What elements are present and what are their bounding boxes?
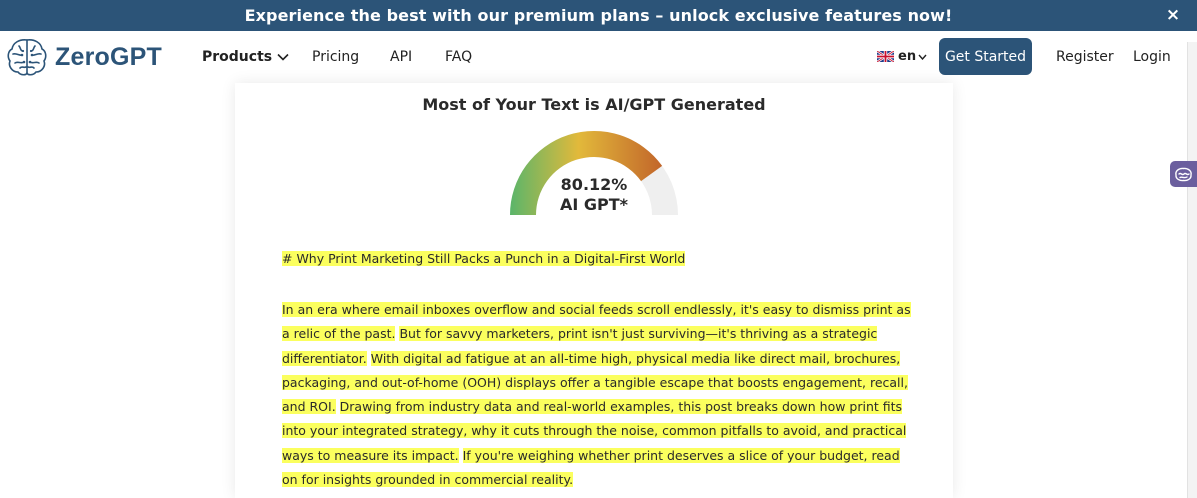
ai-gpt-label: AI GPT* <box>559 195 629 214</box>
chevron-down-icon <box>918 54 927 60</box>
side-widget-button[interactable] <box>1170 161 1197 187</box>
chevron-down-icon <box>277 53 289 61</box>
result-card: Most of Your Text is AI/GPT Generated 80… <box>235 83 953 498</box>
result-title: Most of Your Text is AI/GPT Generated <box>422 95 766 114</box>
nav-products-label: Products <box>202 49 273 65</box>
nav-pricing[interactable]: Pricing <box>312 49 359 65</box>
register-label: Register <box>1056 49 1114 65</box>
logo[interactable]: ZeroGPT <box>5 35 162 79</box>
scrollbar[interactable] <box>1187 42 1197 498</box>
uk-flag-icon <box>877 51 894 62</box>
logo-text: ZeroGPT <box>55 42 162 71</box>
register-link[interactable]: Register <box>1056 49 1114 65</box>
analyzed-text: # Why Print Marketing Still Packs a Punc… <box>282 249 912 492</box>
language-selector[interactable]: en <box>877 49 927 64</box>
login-label: Login <box>1133 49 1171 65</box>
analyzed-paragraph: In an era where email inboxes overflow a… <box>282 298 912 492</box>
promo-banner: Experience the best with our premium pla… <box>0 0 1197 31</box>
ai-percentage: 80.12% <box>560 175 628 194</box>
nav-api-label: API <box>390 49 413 65</box>
nav-pricing-label: Pricing <box>312 49 360 65</box>
promo-banner-text: Experience the best with our premium pla… <box>244 6 953 25</box>
nav-products[interactable]: Products <box>202 49 289 65</box>
close-icon[interactable]: × <box>1163 5 1183 25</box>
nav-faq[interactable]: FAQ <box>445 49 472 65</box>
analyzed-heading: # Why Print Marketing Still Packs a Punc… <box>282 249 912 269</box>
get-started-button[interactable]: Get Started <box>939 38 1032 75</box>
nav-faq-label: FAQ <box>445 49 473 65</box>
brain-icon <box>7 39 47 76</box>
brain-widget-icon <box>1175 167 1192 181</box>
language-label: en <box>898 49 917 64</box>
highlighted-heading: # Why Print Marketing Still Packs a Punc… <box>282 251 686 266</box>
login-link[interactable]: Login <box>1133 49 1171 65</box>
nav-api[interactable]: API <box>390 49 412 65</box>
navbar: ZeroGPT Products Pricing API FAQ en Get … <box>0 31 1197 83</box>
